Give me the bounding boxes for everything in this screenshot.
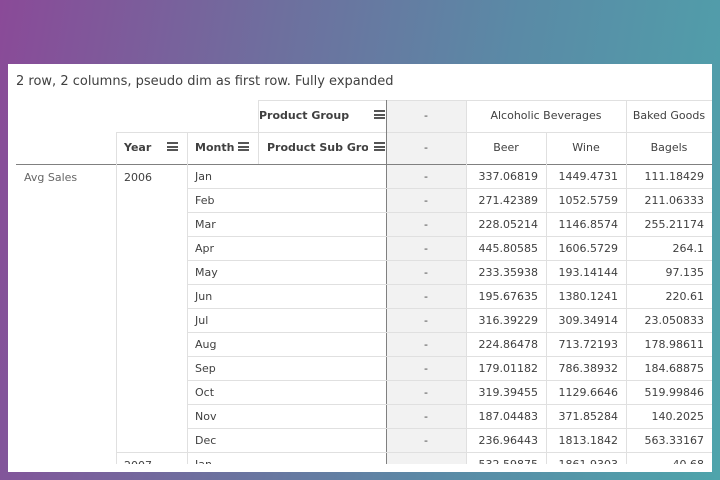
cell-wine[interactable]: 1449.4731 (546, 165, 626, 188)
cell-bagels[interactable]: 178.98611 (626, 333, 712, 356)
cell-wine[interactable]: 1861.9303 (546, 453, 626, 464)
header-alcoholic-beverages[interactable]: Alcoholic Beverages (466, 100, 626, 132)
table-title: 2 row, 2 columns, pseudo dim as first ro… (16, 74, 394, 89)
cell-bagels[interactable]: 255.21174 (626, 213, 712, 236)
year-menu-icon[interactable] (167, 142, 178, 151)
cell-beer[interactable]: 316.39229 (466, 309, 546, 332)
year-2007[interactable]: 2007 (116, 456, 186, 464)
cell-beer[interactable]: 532.59875 (466, 453, 546, 464)
cell-bagels[interactable]: 40.68 (626, 453, 712, 464)
header-sub-pseudo-dash: - (424, 141, 428, 154)
cell-beer[interactable]: 236.96443 (466, 429, 546, 452)
header-pseudo-dash: - (424, 109, 428, 122)
cell-month[interactable]: Sep (187, 357, 258, 380)
cell-beer[interactable]: 271.42389 (466, 189, 546, 212)
cell-beer[interactable]: 179.01182 (466, 357, 546, 380)
cell-beer[interactable]: 195.67635 (466, 285, 546, 308)
cell-bagels[interactable]: 264.1 (626, 237, 712, 260)
year-separator-line (116, 452, 187, 453)
product-group-menu-icon[interactable] (374, 110, 385, 119)
header-left-line (258, 100, 259, 164)
cell-pseudo[interactable]: - (386, 405, 466, 428)
cell-month[interactable]: Dec (187, 429, 258, 452)
header-baked-goods[interactable]: Baked Goods (626, 100, 712, 132)
cell-bagels[interactable]: 211.06333 (626, 189, 712, 212)
cell-beer[interactable]: 319.39455 (466, 381, 546, 404)
cell-beer[interactable]: 224.86478 (466, 333, 546, 356)
cell-beer[interactable]: 337.06819 (466, 165, 546, 188)
cell-month[interactable]: Feb (187, 189, 258, 212)
cell-wine[interactable]: 1380.1241 (546, 285, 626, 308)
cell-month[interactable]: Jul (187, 309, 258, 332)
cell-beer[interactable]: 187.04483 (466, 405, 546, 428)
cell-bagels[interactable]: 563.33167 (626, 429, 712, 452)
cell-pseudo[interactable]: - (386, 165, 466, 188)
month-menu-icon[interactable] (238, 142, 249, 151)
cell-wine[interactable]: 713.72193 (546, 333, 626, 356)
cell-bagels[interactable]: 184.68875 (626, 357, 712, 380)
cell-beer[interactable]: 228.05214 (466, 213, 546, 236)
cell-pseudo[interactable]: - (386, 285, 466, 308)
cell-pseudo[interactable]: - (386, 429, 466, 452)
cell-wine[interactable]: 309.34914 (546, 309, 626, 332)
cell-month[interactable]: Jun (187, 285, 258, 308)
header-product-sub-group: Product Sub Group (267, 141, 368, 154)
pivot-table[interactable]: Product Group - Alcoholic Beverages Bake… (16, 100, 712, 464)
cell-beer[interactable]: 445.80585 (466, 237, 546, 260)
header-mid-line (116, 132, 712, 133)
cell-bagels[interactable]: 140.2025 (626, 405, 712, 428)
cell-wine[interactable]: 1052.5759 (546, 189, 626, 212)
cell-month[interactable]: Nov (187, 405, 258, 428)
header-product-group: Product Group (259, 109, 350, 122)
cell-wine[interactable]: 1813.1842 (546, 429, 626, 452)
cell-pseudo[interactable]: - (386, 189, 466, 212)
year-col-line (116, 132, 117, 464)
cell-month[interactable]: Mar (187, 213, 258, 236)
header-bagels[interactable]: Bagels (626, 132, 712, 164)
cell-wine[interactable]: 1606.5729 (546, 237, 626, 260)
cell-pseudo[interactable]: - (386, 333, 466, 356)
cell-bagels[interactable]: 23.050833 (626, 309, 712, 332)
cell-bagels[interactable]: 519.99846 (626, 381, 712, 404)
cell-month[interactable]: Aug (187, 333, 258, 356)
cell-wine[interactable]: 371.85284 (546, 405, 626, 428)
cell-pseudo[interactable]: - (386, 261, 466, 284)
cell-month[interactable]: May (187, 261, 258, 284)
cell-beer[interactable]: 233.35938 (466, 261, 546, 284)
cell-wine[interactable]: 786.38932 (546, 357, 626, 380)
header-wine[interactable]: Wine (546, 132, 626, 164)
cell-pseudo[interactable]: - (386, 453, 466, 464)
cell-wine[interactable]: 1129.6646 (546, 381, 626, 404)
cell-bagels[interactable]: 111.18429 (626, 165, 712, 188)
cell-pseudo[interactable]: - (386, 213, 466, 236)
cell-wine[interactable]: 193.14144 (546, 261, 626, 284)
measure-label: Avg Sales (24, 171, 78, 184)
cell-pseudo[interactable]: - (386, 237, 466, 260)
cell-month[interactable]: Apr (187, 237, 258, 260)
cell-bagels[interactable]: 220.61 (626, 285, 712, 308)
cell-bagels[interactable]: 97.135 (626, 261, 712, 284)
year-2006[interactable]: 2006 (116, 168, 186, 188)
cell-wine[interactable]: 1146.8574 (546, 213, 626, 236)
header-top-line (258, 100, 712, 101)
header-beer[interactable]: Beer (466, 132, 546, 164)
cell-pseudo[interactable]: - (386, 381, 466, 404)
product-sub-group-menu-icon[interactable] (374, 142, 385, 151)
cell-month[interactable]: Jan (187, 453, 258, 464)
cell-month[interactable]: Jan (187, 165, 258, 188)
pivot-table-card: 2 row, 2 columns, pseudo dim as first ro… (8, 64, 712, 472)
cell-pseudo[interactable]: - (386, 357, 466, 380)
cell-month[interactable]: Oct (187, 381, 258, 404)
cell-pseudo[interactable]: - (386, 309, 466, 332)
